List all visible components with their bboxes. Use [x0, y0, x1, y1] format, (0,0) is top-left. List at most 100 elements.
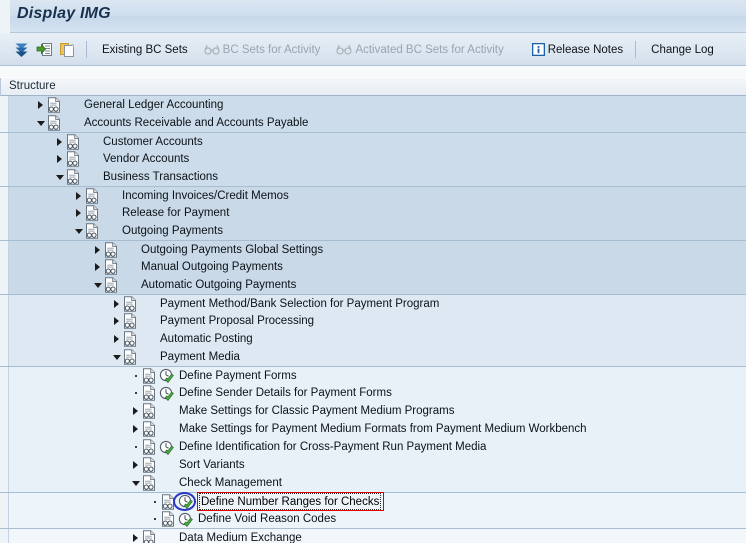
toolbar-separator-1 — [86, 41, 87, 58]
expand-triangle-icon[interactable] — [72, 187, 85, 205]
activated-bc-sets-for-activity-button[interactable]: Activated BC Sets for Activity — [331, 37, 508, 62]
activity-icon-placeholder — [119, 260, 136, 275]
img-document-icon — [142, 367, 157, 384]
expand-triangle-icon[interactable] — [129, 402, 142, 420]
collapse-triangle-icon[interactable] — [110, 348, 123, 366]
tree-node-define-payment-forms[interactable]: Define Payment Forms — [0, 366, 746, 384]
activity-icon-placeholder — [81, 170, 98, 185]
tree-node-automatic-outgoing-payments[interactable]: Automatic Outgoing Payments — [0, 276, 746, 294]
glasses-icon — [336, 44, 353, 55]
img-activity-icon[interactable] — [157, 386, 174, 401]
tree-left-gutter — [0, 330, 9, 348]
expand-triangle-icon[interactable] — [129, 456, 142, 474]
img-document-icon — [104, 277, 119, 293]
tree-node-accounts-receivable-and-accounts-payable[interactable]: Accounts Receivable and Accounts Payable — [0, 114, 746, 132]
tree-node-define-identification-for-cross-payment-run-payment-media[interactable]: Define Identification for Cross-Payment … — [0, 438, 746, 456]
expand-subtree-icon[interactable] — [33, 38, 55, 62]
tree-node-label: Make Settings for Payment Medium Formats… — [179, 423, 587, 435]
structure-column-header: Structure — [0, 77, 746, 96]
tree-left-gutter — [0, 222, 9, 240]
tree-node-sort-variants[interactable]: Sort Variants — [0, 456, 746, 474]
tree-node-label: Make Settings for Classic Payment Medium… — [179, 405, 455, 417]
img-structure-tree[interactable]: General Ledger Accounting Accounts Receiv… — [0, 96, 746, 543]
tree-left-gutter — [0, 384, 9, 402]
tree-node-label: Payment Method/Bank Selection for Paymen… — [160, 297, 440, 310]
tree-node-data-medium-exchange[interactable]: Data Medium Exchange — [0, 528, 746, 543]
tree-left-gutter — [0, 150, 9, 168]
tree-node-incoming-invoices-credit-memos[interactable]: Incoming Invoices/Credit Memos — [0, 186, 746, 204]
expand-triangle-icon[interactable] — [129, 529, 142, 543]
tree-node-outgoing-payments[interactable]: Outgoing Payments — [0, 222, 746, 240]
tree-node-payment-media[interactable]: Payment Media — [0, 348, 746, 366]
column-header-divider — [0, 78, 1, 96]
collapse-triangle-icon[interactable] — [91, 276, 104, 294]
collapse-all-icon[interactable] — [10, 38, 32, 62]
tree-node-customer-accounts[interactable]: Customer Accounts — [0, 132, 746, 150]
tree-node-payment-proposal-processing[interactable]: Payment Proposal Processing — [0, 312, 746, 330]
collapse-triangle-icon[interactable] — [34, 114, 47, 132]
tree-node-define-void-reason-codes[interactable]: Define Void Reason Codes — [0, 510, 746, 528]
tree-node-release-for-payment[interactable]: Release for Payment — [0, 204, 746, 222]
column-header-structure-label: Structure — [9, 80, 56, 92]
release-notes-label: Release Notes — [547, 43, 624, 56]
existing-bc-sets-button[interactable]: Existing BC Sets — [94, 37, 193, 62]
tree-node-automatic-posting[interactable]: Automatic Posting — [0, 330, 746, 348]
tree-left-gutter — [0, 241, 9, 258]
img-document-icon — [123, 313, 138, 329]
copy-icon[interactable] — [56, 38, 78, 62]
tree-node-label: Automatic Outgoing Payments — [141, 279, 297, 291]
bc-sets-for-activity-label: BC Sets for Activity — [222, 43, 321, 56]
tree-node-payment-method-bank-selection-for-payment-program[interactable]: Payment Method/Bank Selection for Paymen… — [0, 294, 746, 312]
window-title-bar: Display IMG — [0, 0, 746, 33]
activity-icon-placeholder — [81, 152, 98, 167]
tree-node-make-settings-for-classic-payment-medium-programs[interactable]: Make Settings for Classic Payment Medium… — [0, 402, 746, 420]
leaf-bullet-icon — [148, 510, 161, 528]
row-background — [0, 529, 746, 543]
change-log-button[interactable]: Change Log — [643, 37, 719, 62]
img-document-icon — [161, 493, 176, 510]
leaf-bullet-icon — [129, 384, 142, 402]
tree-node-label: Accounts Receivable and Accounts Payable — [84, 117, 309, 129]
expand-triangle-icon[interactable] — [91, 258, 104, 276]
tree-node-make-settings-for-payment-medium-formats-from-payment-medium-workbench[interactable]: Make Settings for Payment Medium Formats… — [0, 420, 746, 438]
tree-node-define-sender-details-for-payment-forms[interactable]: Define Sender Details for Payment Forms — [0, 384, 746, 402]
leaf-bullet-icon — [129, 367, 142, 385]
img-document-icon — [85, 187, 100, 204]
activity-icon-placeholder — [62, 98, 79, 113]
expand-triangle-icon[interactable] — [72, 204, 85, 222]
collapse-triangle-icon[interactable] — [72, 222, 85, 240]
release-notes-button[interactable]: Release Notes — [527, 37, 628, 62]
expand-triangle-icon[interactable] — [34, 96, 47, 114]
tree-node-general-ledger-accounting[interactable]: General Ledger Accounting — [0, 96, 746, 114]
expand-triangle-icon[interactable] — [110, 312, 123, 330]
tree-node-check-management[interactable]: Check Management — [0, 474, 746, 492]
img-activity-icon[interactable] — [157, 440, 174, 455]
tree-node-label: Outgoing Payments — [122, 225, 224, 237]
tree-left-gutter — [0, 438, 9, 456]
tree-node-business-transactions[interactable]: Business Transactions — [0, 168, 746, 186]
tree-node-vendor-accounts[interactable]: Vendor Accounts — [0, 150, 746, 168]
img-document-icon — [142, 403, 157, 419]
expand-triangle-icon[interactable] — [129, 420, 142, 438]
expand-triangle-icon[interactable] — [53, 133, 66, 151]
img-document-icon — [142, 385, 157, 401]
bc-sets-for-activity-button[interactable]: BC Sets for Activity — [199, 37, 326, 62]
expand-triangle-icon[interactable] — [110, 330, 123, 348]
expand-triangle-icon[interactable] — [53, 150, 66, 168]
tree-node-define-number-ranges-for-checks[interactable]: Define Number Ranges for Checks — [0, 492, 746, 511]
tree-node-outgoing-payments-global-settings[interactable]: Outgoing Payments Global Settings — [0, 240, 746, 258]
tree-node-label: Outgoing Payments Global Settings — [141, 243, 324, 256]
tree-node-manual-outgoing-payments[interactable]: Manual Outgoing Payments — [0, 258, 746, 276]
expand-triangle-icon[interactable] — [91, 241, 104, 259]
img-document-icon — [47, 115, 62, 131]
img-document-icon — [66, 169, 81, 185]
collapse-triangle-icon[interactable] — [129, 474, 142, 492]
img-activity-icon[interactable] — [176, 512, 193, 527]
expand-triangle-icon[interactable] — [110, 295, 123, 313]
collapse-triangle-icon[interactable] — [53, 168, 66, 186]
tree-node-label: Release for Payment — [122, 207, 230, 219]
img-activity-icon[interactable] — [157, 368, 174, 383]
tree-left-gutter — [0, 493, 9, 510]
tree-node-label: Payment Media — [160, 351, 240, 363]
img-activity-icon[interactable] — [173, 492, 196, 511]
